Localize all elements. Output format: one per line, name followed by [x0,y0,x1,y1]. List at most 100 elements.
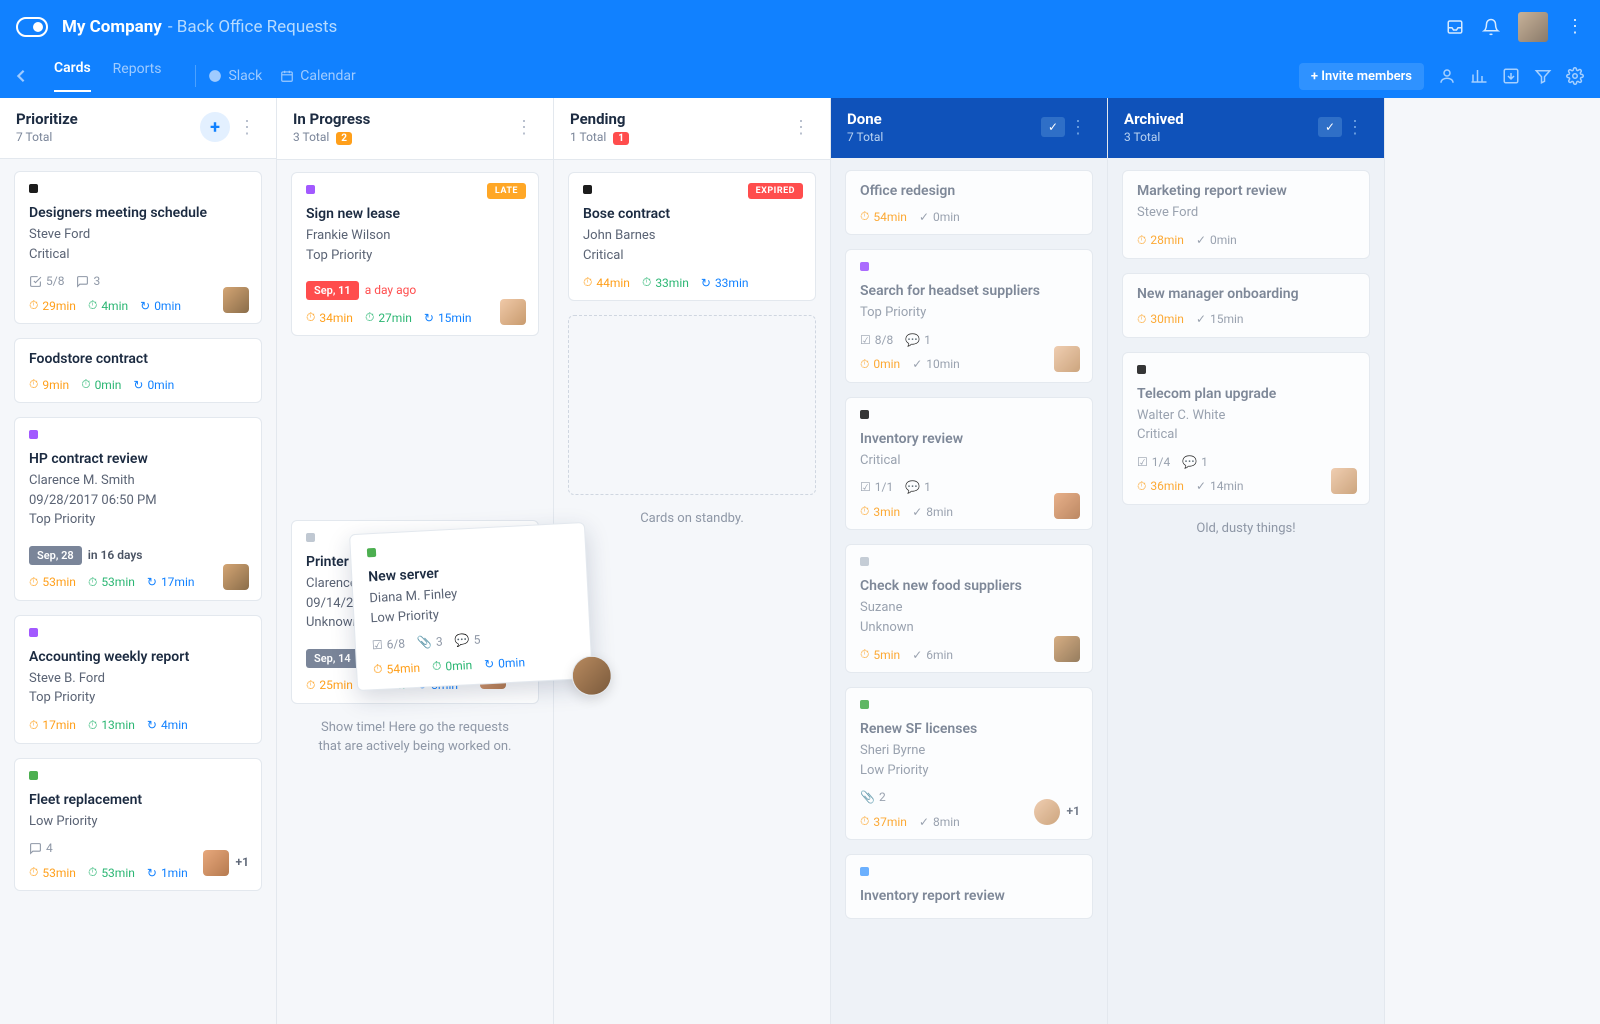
card[interactable]: HP contract review Clarence M. Smith 09/… [14,417,262,601]
card-assignee: Steve B. Ford [29,669,247,689]
column-pending: Pending 1 Total 1 ⋮ EXPIRED Bose contrac… [554,98,831,1024]
secondary-nav: Cards Reports Slack Calendar + Invite me… [0,54,1600,98]
card[interactable]: Designers meeting schedule Steve Ford Cr… [14,171,262,324]
card[interactable]: Fleet replacement Low Priority 4 ⏱ 53min… [14,758,262,892]
column-footer-text: Cards on standby. [568,509,816,529]
logo-icon [16,17,48,37]
column-menu-icon[interactable]: ⋮ [511,113,537,142]
tasks-count: ☑ 8/8 [860,333,893,347]
priority-dot-icon [367,548,376,557]
bell-icon[interactable] [1482,18,1500,36]
card-priority: Critical [29,245,247,265]
priority-dot-icon [860,557,869,566]
column-title: Done [847,110,1033,128]
time-done: ✓ 8min [919,815,960,829]
column-header: Pending 1 Total 1 ⋮ [554,98,830,160]
card-priority: Critical [583,246,801,266]
comments-count: 3 [76,274,100,288]
card[interactable]: LATE Sign new lease Frankie Wilson Top P… [291,172,539,336]
column-footer-text: Show time! Here go the requests that are… [291,718,539,757]
column-count: 7 Total [16,130,200,144]
card[interactable]: Accounting weekly report Steve B. Ford T… [14,615,262,744]
card[interactable]: EXPIRED Bose contract John Barnes Critic… [568,172,816,301]
card[interactable]: Foodstore contract ⏱ 9min ⏱ 0min ↻ 0min [14,338,262,403]
card-title: Office redesign [860,183,1078,199]
user-avatar[interactable] [1518,12,1548,42]
drop-zone[interactable] [568,315,816,495]
card-avatar [223,287,249,313]
main-menu-icon[interactable]: ⋮ [1566,18,1584,36]
card-assignee: Steve Ford [29,225,247,245]
card-date: 09/28/2017 06:50 PM [29,491,247,511]
tool-calendar[interactable]: Calendar [280,68,356,84]
card[interactable]: Office redesign ⏱ 54min✓ 0min [845,170,1093,235]
time-orange: ⏱ 5min [860,647,900,662]
priority-dot-icon [29,628,38,637]
priority-dot-icon [29,771,38,780]
priority-dot-icon [306,185,315,194]
card[interactable]: Inventory report review [845,854,1093,919]
column-menu-icon[interactable]: ⋮ [788,113,814,142]
column-archived: Archived 3 Total ✓ ⋮ Marketing report re… [1108,98,1385,1024]
kanban-board: Prioritize 7 Total + ⋮ Designers meeting… [0,98,1600,1024]
count-badge: 1 [613,132,629,145]
tab-reports[interactable]: Reports [113,61,162,91]
tasks-count: ☑ 6/8 [372,637,406,653]
back-button[interactable] [16,69,26,83]
priority-dot-icon [860,262,869,271]
time-green: ⏱ 53min [88,575,135,590]
profile-icon[interactable] [1438,67,1456,85]
column-menu-icon[interactable]: ⋮ [234,113,260,142]
time-blue: ↻ 15min [424,311,472,325]
date-pill: Sep, 28 [29,546,82,565]
card-title: Renew SF licenses [860,721,1078,737]
card-title: Foodstore contract [29,351,247,367]
card[interactable]: Check new food suppliers Suzane Unknown … [845,544,1093,673]
filter-icon[interactable] [1534,67,1552,85]
column-header: In Progress 3 Total 2 ⋮ [277,98,553,160]
inbox-icon[interactable] [1446,18,1464,36]
card-title: Bose contract [583,206,801,222]
card-title: Check new food suppliers [860,578,1078,594]
tasks-count: ☑ 1/1 [860,480,893,494]
tab-cards[interactable]: Cards [54,60,91,92]
card-assignee: Sheri Byrne [860,741,1078,761]
time-orange: ⏱ 9min [29,377,69,392]
time-orange: ⏱ 3min [860,504,900,519]
time-orange: ⏱ 53min [29,575,76,590]
done-check-icon: ✓ [1041,117,1065,137]
column-count: 1 Total 1 [570,130,788,145]
column-menu-icon[interactable]: ⋮ [1065,113,1091,142]
import-icon[interactable] [1502,67,1520,85]
card-title: Inventory report review [860,888,1078,904]
stats-icon[interactable] [1470,67,1488,85]
card-title: Telecom plan upgrade [1137,386,1355,402]
card-assignee: John Barnes [583,226,801,246]
card[interactable]: Inventory review Critical ☑ 1/1💬 1 ⏱ 3mi… [845,397,1093,531]
settings-icon[interactable] [1566,67,1584,85]
time-green: ⏱ 0min [432,657,473,674]
time-orange: ⏱ 17min [29,718,76,733]
tool-slack[interactable]: Slack [208,68,262,84]
time-done: ✓ 15min [1196,312,1244,326]
card-avatar [500,299,526,325]
time-orange: ⏱ 53min [29,865,76,880]
add-card-button[interactable]: + [200,112,230,142]
column-menu-icon[interactable]: ⋮ [1342,113,1368,142]
card[interactable]: Telecom plan upgrade Walter C. White Cri… [1122,352,1370,505]
time-orange: ⏱ 44min [583,275,630,290]
card-title: HP contract review [29,451,247,467]
time-done: ✓ 0min [1196,233,1237,247]
date-pill: Sep, 11 [306,281,359,300]
card[interactable]: Marketing report review Steve Ford ⏱ 28m… [1122,170,1370,259]
card[interactable]: Renew SF licenses Sheri Byrne Low Priori… [845,687,1093,840]
card[interactable]: Search for headset suppliers Top Priorit… [845,249,1093,383]
dragging-card[interactable]: New server Diana M. Finley Low Priority … [349,522,593,691]
invite-members-button[interactable]: + Invite members [1299,63,1424,90]
count-badge: 2 [336,132,352,145]
card[interactable]: New manager onboarding ⏱ 30min✓ 15min [1122,273,1370,338]
time-blue: ↻ 0min [484,655,526,671]
time-green: ⏱ 53min [88,865,135,880]
card-title: Designers meeting schedule [29,205,247,221]
comments-count: 💬 1 [1182,455,1208,469]
